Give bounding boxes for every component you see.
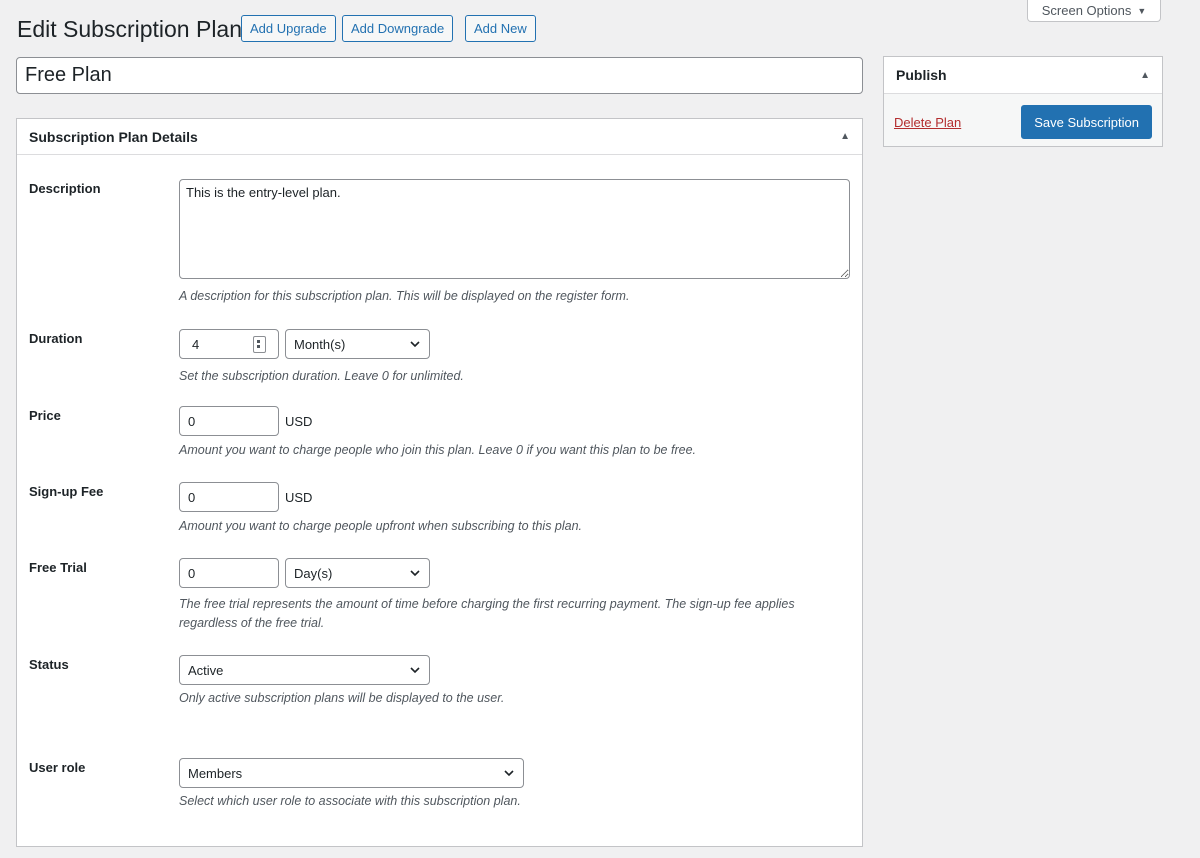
free-trial-hint: The free trial represents the amount of …: [179, 597, 795, 630]
chevron-down-icon: [410, 667, 420, 674]
description-label: Description: [29, 181, 101, 196]
status-value: Active: [188, 662, 224, 678]
price-hint: Amount you want to charge people who joi…: [179, 443, 696, 457]
add-upgrade-button[interactable]: Add Upgrade: [241, 15, 336, 42]
status-select[interactable]: Active: [179, 655, 430, 685]
signup-fee-hint: Amount you want to charge people upfront…: [179, 519, 583, 533]
free-trial-input[interactable]: 0: [179, 558, 279, 588]
free-trial-label: Free Trial: [29, 560, 87, 575]
page-title: Edit Subscription Plan: [17, 16, 243, 42]
collapse-arrow-icon[interactable]: ▲: [840, 131, 850, 142]
delete-plan-link[interactable]: Delete Plan: [894, 115, 961, 130]
status-label: Status: [29, 657, 69, 672]
description-textarea[interactable]: This is the entry-level plan.: [179, 179, 850, 279]
free-trial-unit-value: Day(s): [294, 565, 333, 581]
publish-title: Publish: [896, 67, 947, 83]
publish-box: Publish ▲ Delete Plan Save Subscription: [883, 56, 1163, 147]
price-input[interactable]: 0: [179, 406, 279, 436]
duration-input[interactable]: 4: [179, 329, 279, 359]
collapse-arrow-icon[interactable]: ▲: [1140, 70, 1150, 81]
plan-name-input[interactable]: [16, 57, 863, 94]
user-role-select[interactable]: Members: [179, 758, 524, 788]
description-hint: A description for this subscription plan…: [179, 289, 630, 303]
subscription-plan-details-box: Subscription Plan Details ▲ Description …: [16, 118, 863, 847]
signup-fee-label: Sign-up Fee: [29, 484, 104, 499]
save-subscription-button[interactable]: Save Subscription: [1021, 105, 1152, 139]
price-currency: USD: [285, 413, 313, 429]
price-value: 0: [188, 413, 196, 429]
chevron-down-icon: [410, 341, 420, 348]
user-role-value: Members: [188, 765, 243, 781]
free-trial-unit-select[interactable]: Day(s): [285, 558, 430, 588]
screen-options-label: Screen Options: [1041, 3, 1132, 18]
screen-options-button[interactable]: Screen Options ▼: [1027, 0, 1161, 22]
signup-fee-currency: USD: [285, 489, 313, 505]
duration-value: 4: [192, 336, 200, 352]
spinner-icon[interactable]: [253, 335, 266, 353]
details-header: Subscription Plan Details ▲: [17, 119, 862, 155]
details-title: Subscription Plan Details: [29, 128, 198, 145]
duration-unit-value: Month(s): [294, 336, 346, 352]
price-label: Price: [29, 408, 61, 423]
duration-hint: Set the subscription duration. Leave 0 f…: [179, 369, 464, 383]
add-new-button[interactable]: Add New: [465, 15, 536, 42]
status-hint: Only active subscription plans will be d…: [179, 691, 505, 705]
duration-unit-select[interactable]: Month(s): [285, 329, 430, 359]
chevron-down-icon: [410, 570, 420, 577]
user-role-label: User role: [29, 760, 86, 775]
add-downgrade-button[interactable]: Add Downgrade: [342, 15, 454, 42]
publish-header: Publish ▲: [884, 57, 1162, 94]
free-trial-value: 0: [188, 565, 196, 581]
caret-down-icon: ▼: [1137, 5, 1147, 16]
user-role-hint: Select which user role to associate with…: [179, 794, 521, 808]
signup-fee-value: 0: [188, 489, 196, 505]
duration-label: Duration: [29, 331, 83, 346]
chevron-down-icon: [504, 770, 514, 777]
signup-fee-input[interactable]: 0: [179, 482, 279, 512]
